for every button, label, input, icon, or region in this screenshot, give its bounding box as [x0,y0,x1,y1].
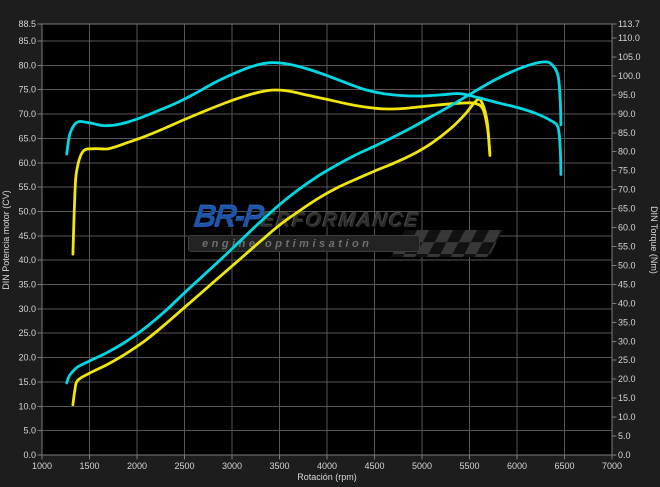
chart-series-layer [0,0,660,487]
curve-torque-yellow [73,90,490,254]
dyno-chart-page: DIN Potencia motor (CV) DIN Torque (Nm) … [0,0,660,487]
curve-power-cyan [67,62,561,383]
curve-power-yellow [73,99,490,405]
